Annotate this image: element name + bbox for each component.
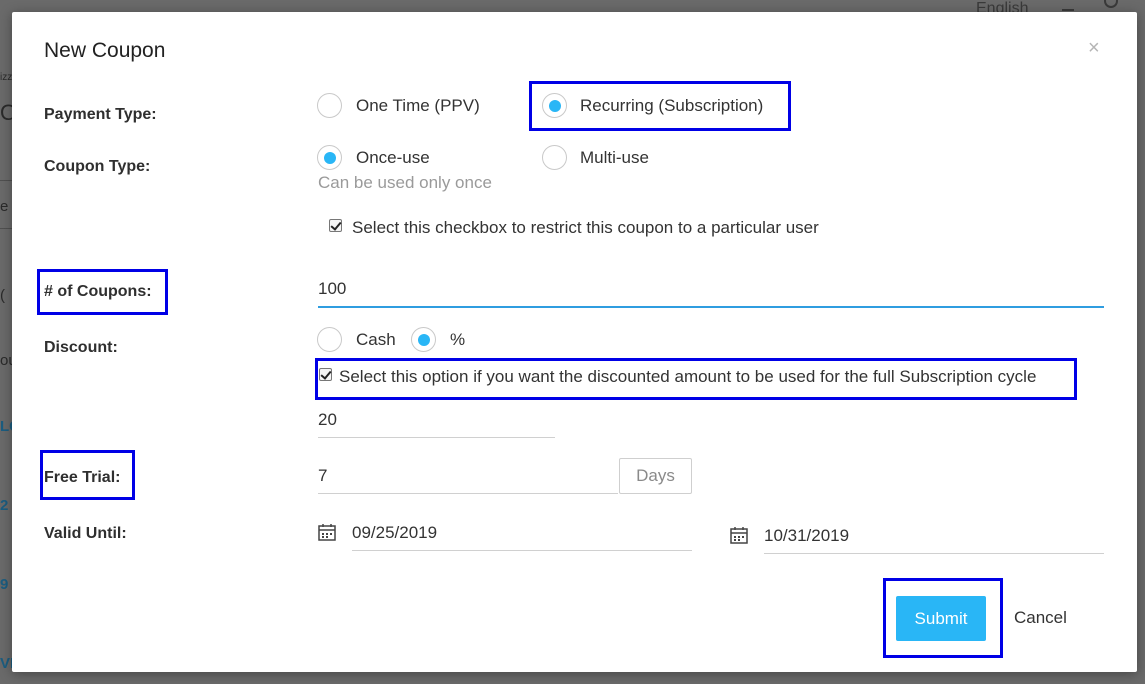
coupon-type-multi-use-radio[interactable] — [542, 145, 567, 170]
bg-text-fragment: e — [0, 198, 9, 215]
calendar-icon[interactable] — [730, 526, 748, 544]
coupon-type-once-use-label: Once-use — [356, 148, 430, 167]
free-trial-unit: Days — [619, 458, 692, 494]
discount-value-input[interactable] — [318, 408, 555, 438]
bg-divider — [0, 180, 12, 181]
search-icon — [1104, 0, 1118, 8]
payment-type-recurring-label: Recurring (Subscription) — [580, 96, 764, 115]
free-trial-label: Free Trial: — [44, 469, 121, 486]
bg-text-fragment: izz — [0, 72, 13, 83]
discount-percent-radio[interactable] — [411, 327, 436, 352]
restrict-user-label: Select this checkbox to restrict this co… — [352, 218, 819, 237]
full-cycle-checkbox[interactable] — [319, 368, 332, 381]
coupon-type-hint: Can be used only once — [318, 173, 492, 192]
valid-until-date-input[interactable] — [764, 524, 1104, 554]
payment-type-label: Payment Type: — [44, 106, 157, 123]
discount-label: Discount: — [44, 339, 118, 356]
coupon-type-multi-use-label: Multi-use — [580, 148, 649, 167]
submit-button[interactable]: Submit — [896, 596, 986, 641]
free-trial-input[interactable] — [318, 464, 618, 494]
bg-text-fragment: ( — [0, 287, 5, 304]
coupon-type-label: Coupon Type: — [44, 158, 151, 175]
bg-link-fragment: 9 — [0, 576, 9, 593]
discount-cash-label: Cash — [356, 330, 396, 349]
restrict-user-checkbox[interactable] — [329, 219, 342, 232]
new-coupon-modal: New Coupon × Payment Type: One Time (PPV… — [12, 12, 1137, 672]
cancel-button[interactable]: Cancel — [1014, 608, 1067, 628]
discount-percent-label: % — [450, 330, 466, 349]
valid-from-date-input[interactable] — [352, 521, 692, 551]
payment-type-one-time-label: One Time (PPV) — [356, 96, 480, 115]
bg-divider — [0, 228, 12, 229]
num-coupons-label: # of Coupons: — [44, 283, 152, 300]
full-cycle-label: Select this option if you want the disco… — [339, 367, 1037, 386]
modal-title: New Coupon — [44, 39, 166, 62]
num-coupons-input[interactable] — [318, 278, 1104, 308]
valid-until-label: Valid Until: — [44, 525, 127, 542]
calendar-icon[interactable] — [318, 523, 336, 541]
close-icon[interactable]: × — [1088, 38, 1100, 58]
payment-type-recurring-radio[interactable] — [542, 93, 567, 118]
discount-cash-radio[interactable] — [317, 327, 342, 352]
coupon-type-once-use-radio[interactable] — [317, 145, 342, 170]
payment-type-one-time-radio[interactable] — [317, 93, 342, 118]
minimize-icon — [1062, 9, 1074, 11]
bg-link-fragment: 2 — [0, 497, 9, 514]
